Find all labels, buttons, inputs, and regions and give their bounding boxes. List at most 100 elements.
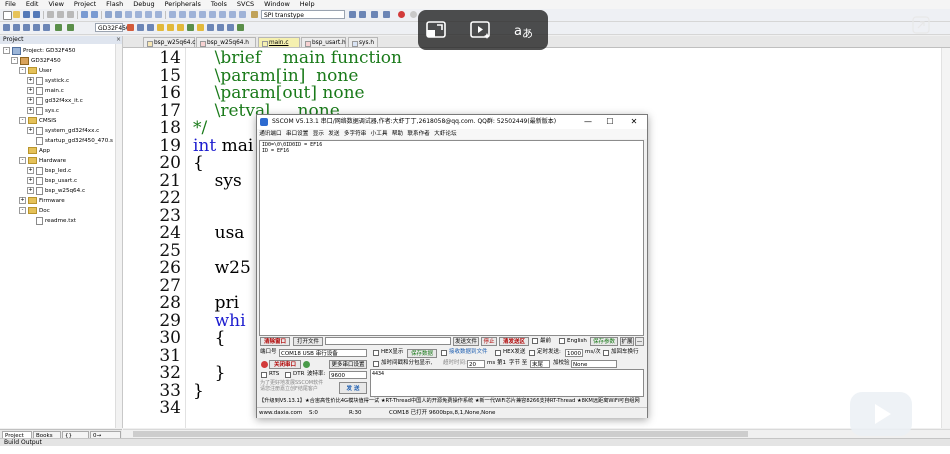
- smart-play-icon[interactable]: [468, 18, 492, 42]
- select-packs-icon[interactable]: [167, 24, 174, 31]
- view-icon[interactable]: [359, 11, 366, 18]
- menu-item[interactable]: Flash: [101, 0, 128, 9]
- expand-toggle-icon[interactable]: +: [27, 77, 34, 84]
- new-file-icon[interactable]: [3, 11, 12, 20]
- clear-window-button[interactable]: 清除窗口: [260, 337, 290, 346]
- tree-item[interactable]: App: [0, 146, 50, 156]
- recv-to-file-label[interactable]: 接收数据到文件: [449, 348, 488, 357]
- paste-icon[interactable]: [67, 11, 74, 18]
- green-diamond-icon[interactable]: [187, 24, 194, 31]
- sscom-menu-item[interactable]: 发送: [326, 129, 342, 139]
- recv-to-file-checkbox[interactable]: [441, 350, 447, 356]
- tree-item[interactable]: - GD32F450: [0, 56, 61, 66]
- tree-item[interactable]: + bsp_led.c: [0, 166, 71, 176]
- pack-icon[interactable]: [197, 24, 204, 31]
- timed-send-checkbox[interactable]: [529, 350, 535, 356]
- expand-toggle-icon[interactable]: +: [27, 97, 34, 104]
- prev-bookmark-icon[interactable]: [135, 11, 142, 18]
- next-bookmark-icon[interactable]: [145, 11, 152, 18]
- editor-vscrollbar[interactable]: [941, 48, 950, 428]
- download-icon[interactable]: [55, 24, 62, 31]
- indent-icon[interactable]: [169, 11, 176, 18]
- file-path-input[interactable]: [325, 337, 451, 345]
- stop-build-icon[interactable]: [43, 24, 50, 31]
- tree-item[interactable]: + gd32f4xx_it.c: [0, 96, 83, 106]
- translate-icon[interactable]: [3, 24, 10, 31]
- add-return-checkbox[interactable]: [603, 350, 609, 356]
- nav-back-icon[interactable]: [105, 11, 112, 18]
- code-line[interactable]: \param[out] none: [193, 84, 365, 103]
- save-icon[interactable]: [23, 11, 30, 18]
- code-line[interactable]: }: [193, 382, 204, 401]
- manage-run-icon[interactable]: [147, 24, 154, 31]
- tree-item[interactable]: readme.txt: [0, 216, 76, 226]
- expand-toggle-icon[interactable]: +: [27, 167, 34, 174]
- baud-select[interactable]: 9600: [329, 371, 367, 379]
- sscom-menu-item[interactable]: 通讯端口: [257, 129, 284, 139]
- incremental-find-icon[interactable]: [239, 11, 246, 18]
- expand-toggle-icon[interactable]: +: [27, 187, 34, 194]
- menu-item[interactable]: Peripherals: [160, 0, 206, 9]
- replace-icon[interactable]: [219, 11, 226, 18]
- latest-checkbox[interactable]: [532, 338, 538, 344]
- comment-icon[interactable]: [189, 11, 196, 18]
- expand-toggle-icon[interactable]: +: [27, 107, 34, 114]
- code-line[interactable]: {: [193, 329, 226, 348]
- receive-area[interactable]: ID0=\0\0ID0ID = EF16 ID = EF16: [259, 140, 644, 336]
- close-panel-icon[interactable]: ×: [116, 37, 121, 43]
- code-line[interactable]: sys: [193, 172, 242, 191]
- hex-display-checkbox[interactable]: [373, 350, 379, 356]
- tree-item[interactable]: - Doc: [0, 206, 50, 216]
- save-all-icon[interactable]: [33, 11, 40, 18]
- bookmark-icon[interactable]: [125, 11, 132, 18]
- checksum-select[interactable]: None: [571, 360, 617, 368]
- find-icon[interactable]: [209, 11, 216, 18]
- sscom-menu-item[interactable]: 联系作者: [405, 129, 432, 139]
- open-folder-icon[interactable]: [13, 11, 20, 18]
- sscom-menu-item[interactable]: 小工具: [368, 129, 389, 139]
- menu-item[interactable]: Edit: [21, 0, 44, 9]
- menu-item[interactable]: View: [43, 0, 68, 9]
- send-button[interactable]: 发 送: [339, 382, 367, 394]
- send-file-button[interactable]: 发送文件: [453, 337, 479, 346]
- sscom-titlebar[interactable]: SSCOM V5.13.1 串口/网络数据调试器,作者:大虾丁丁,2618058…: [257, 115, 647, 129]
- pack-installer-icon[interactable]: [157, 24, 164, 31]
- dtr-checkbox[interactable]: [285, 372, 291, 378]
- interval-input[interactable]: 1000: [565, 349, 583, 357]
- options-icon[interactable]: [383, 11, 390, 18]
- build-output-bar[interactable]: Build Output: [0, 438, 950, 446]
- project-scrollbar[interactable]: [115, 44, 122, 428]
- windows-icon[interactable]: [371, 11, 378, 18]
- clear-bookmarks-icon[interactable]: [155, 11, 162, 18]
- find-in-files-icon[interactable]: [229, 11, 236, 18]
- code-line[interactable]: \brief main function: [193, 49, 402, 68]
- tree-item[interactable]: - Hardware: [0, 156, 66, 166]
- extra4-icon[interactable]: [237, 24, 244, 31]
- batch-build-icon[interactable]: [33, 24, 40, 31]
- code-line[interactable]: w25: [193, 259, 251, 278]
- expand-button[interactable]: 扩展: [620, 337, 634, 346]
- tree-item[interactable]: + system_gd32f4xx.c: [0, 126, 99, 136]
- code-line[interactable]: pri: [193, 294, 239, 313]
- expand-toggle-icon[interactable]: +: [27, 177, 34, 184]
- port-select[interactable]: COM18 USB 串行设备: [279, 349, 367, 357]
- expand-toggle-icon[interactable]: -: [19, 207, 26, 214]
- expand-toggle-icon[interactable]: -: [19, 67, 26, 74]
- sscom-menu-item[interactable]: 帮助: [390, 129, 406, 139]
- timestamp-checkbox[interactable]: [373, 361, 379, 367]
- fullscreen-icon[interactable]: [912, 16, 930, 34]
- tree-item[interactable]: - CMSIS: [0, 116, 56, 126]
- build-icon[interactable]: [13, 24, 20, 31]
- device-combo[interactable]: SPI transtype: [261, 10, 345, 19]
- refresh-port-icon[interactable]: [303, 361, 310, 368]
- sscom-menu-item[interactable]: 多字符串: [342, 129, 369, 139]
- tree-item[interactable]: + systick.c: [0, 76, 69, 86]
- menu-item[interactable]: SVCS: [232, 0, 259, 9]
- config-icon[interactable]: [349, 11, 356, 18]
- save-params-button[interactable]: 保存参数: [590, 337, 618, 346]
- extra3-icon[interactable]: [227, 24, 234, 31]
- sscom-menu-item[interactable]: 串口设置: [284, 129, 311, 139]
- cut-icon[interactable]: [47, 11, 54, 18]
- rts-checkbox[interactable]: [261, 372, 267, 378]
- tree-item[interactable]: + Firmware: [0, 196, 65, 206]
